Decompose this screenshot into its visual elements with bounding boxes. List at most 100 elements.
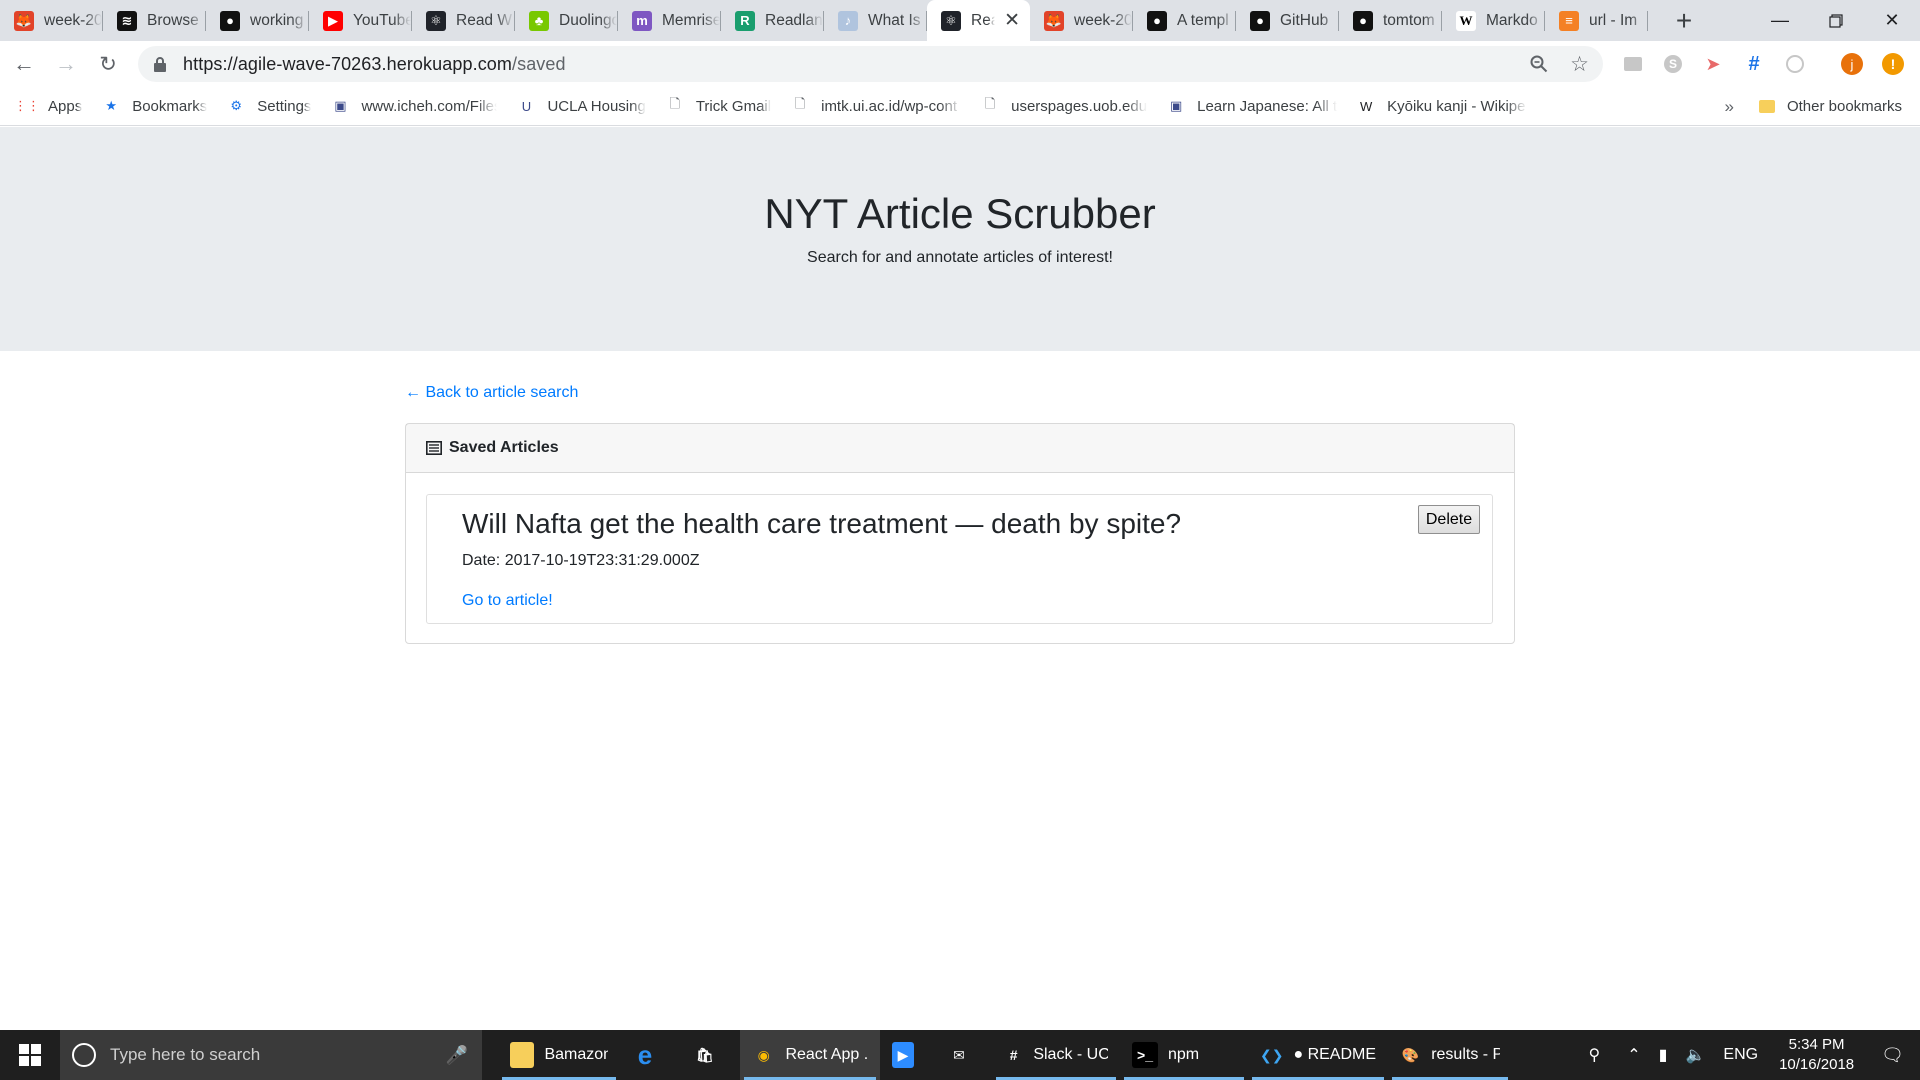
react-icon: ⚛ xyxy=(426,10,446,31)
bookmark-item[interactable]: 🗋 imtk.ui.ac.id/wp-cont xyxy=(791,96,961,115)
other-bookmarks[interactable]: Other bookmarks xyxy=(1758,87,1902,126)
page-subtitle: Search for and annotate articles of inte… xyxy=(807,249,1113,266)
volume-icon[interactable]: 🔈 xyxy=(1685,1045,1705,1065)
browser-tab[interactable]: ● GitHub xyxy=(1236,0,1339,41)
bookmark-label: Trick Gmail xyxy=(695,97,772,115)
taskbar-search-placeholder: Type here to search xyxy=(110,1045,261,1064)
taskbar-app[interactable]: 🎨 results - Pai xyxy=(1388,1030,1512,1080)
browser-tab[interactable]: ≋ Browse xyxy=(103,0,206,41)
browser-tab[interactable]: ● tomtom xyxy=(1339,0,1442,41)
go-to-article-link[interactable]: Go to article! xyxy=(462,592,553,610)
bookmark-label: Kyōiku kanji - Wikipe xyxy=(1387,97,1526,115)
taskbar-app-label: npm xyxy=(1168,1046,1200,1063)
tab-list: 🦊 week-20 ≋ Browse ● working ▶ YouTube ⚛ Read W ♣ D… xyxy=(0,0,1648,41)
slack-icon: # xyxy=(1009,1047,1018,1063)
browser-tab[interactable]: W Markdo xyxy=(1442,0,1545,41)
tab-title: A templ xyxy=(1177,11,1229,29)
back-arrow-icon[interactable]: ← xyxy=(6,46,42,82)
bookmark-item[interactable]: ⚙ Settings xyxy=(227,97,311,115)
update-alert-icon[interactable]: ! xyxy=(1880,47,1906,81)
tab-title: tomtom xyxy=(1383,11,1435,29)
back-to-search-link[interactable]: ← Back to article search xyxy=(405,384,578,402)
notifications-icon[interactable]: 🗨 xyxy=(1881,1045,1904,1066)
input-language[interactable]: ENG xyxy=(1723,1046,1758,1064)
taskbar-search-box[interactable]: Type here to search 🎤 xyxy=(60,1030,482,1080)
close-window-icon[interactable]: ✕ xyxy=(1864,0,1920,41)
chevron-up-icon[interactable]: ⌃ xyxy=(1627,1045,1640,1065)
page-title: NYT Article Scrubber xyxy=(764,190,1156,237)
extension-cast-icon[interactable]: ➤ xyxy=(1700,47,1726,81)
tab-title: GitHub xyxy=(1280,11,1329,29)
zoom-icon[interactable] xyxy=(1530,55,1548,73)
minimize-icon[interactable]: — xyxy=(1752,0,1808,41)
taskbar-app[interactable]: 🛍 xyxy=(680,1030,740,1080)
maximize-icon[interactable] xyxy=(1808,0,1864,41)
extension-skype-icon[interactable]: S xyxy=(1660,47,1686,81)
browser-tab[interactable]: 🦊 week-20 xyxy=(1030,0,1133,41)
browser-tab[interactable]: R Readlang xyxy=(721,0,824,41)
memrise-icon: m xyxy=(632,10,652,31)
url-text[interactable]: https://agile-wave-70263.herokuapp.com/s… xyxy=(183,54,566,75)
microphone-icon[interactable]: 🎤 xyxy=(446,1045,468,1066)
bookmark-item[interactable]: W Kyōiku kanji - Wikipe xyxy=(1357,97,1527,115)
taskbar-app[interactable]: >_ npm xyxy=(1120,1030,1248,1080)
profile-avatar[interactable]: j xyxy=(1839,47,1865,81)
tab-title: Read W xyxy=(456,11,512,29)
browser-tab[interactable]: ♪ What Is xyxy=(824,0,927,41)
browser-tab[interactable]: ⚛ Read W xyxy=(412,0,515,41)
taskbar-app[interactable]: e xyxy=(620,1030,680,1080)
bookmark-item[interactable]: ▣ www.icheh.com/Files xyxy=(331,97,497,115)
battery-icon[interactable]: ▮ xyxy=(1659,1045,1668,1065)
bookmark-item[interactable]: ▣ Learn Japanese: All th xyxy=(1167,97,1337,115)
forward-arrow-icon[interactable]: → xyxy=(48,46,84,82)
bookmark-item[interactable]: ★ Bookmarks xyxy=(102,97,207,115)
address-bar[interactable]: https://agile-wave-70263.herokuapp.com/s… xyxy=(138,46,1603,82)
bookmark-item[interactable]: ⋮⋮ Apps xyxy=(14,97,82,115)
browser-tab[interactable]: 🦊 week-20 xyxy=(0,0,103,41)
lock-icon xyxy=(154,57,166,72)
bookmark-star-icon[interactable]: ☆ xyxy=(1570,52,1589,77)
page-header: NYT Article Scrubber Search for and anno… xyxy=(0,127,1920,351)
site-icon: ▣ xyxy=(1169,98,1183,113)
bookmark-item[interactable]: 🗋 Trick Gmail xyxy=(666,96,772,115)
gear-icon: ⚙ xyxy=(230,98,243,113)
mail-icon: ✉ xyxy=(953,1046,965,1063)
browser-tab[interactable]: ● working xyxy=(206,0,309,41)
taskbar-app-label: React App ... xyxy=(785,1046,868,1063)
taskbar-app[interactable]: ✉ xyxy=(936,1030,992,1080)
taskbar-app[interactable]: ◉ React App ... xyxy=(740,1030,880,1080)
url-host: https://agile-wave-70263.herokuapp.com xyxy=(183,53,512,74)
delete-article-button[interactable]: Delete xyxy=(1418,505,1480,534)
chrome-icon: ◉ xyxy=(757,1046,770,1063)
taskbar-app[interactable]: ▬ Bamazon xyxy=(498,1030,620,1080)
tab-title: What Is xyxy=(868,11,921,29)
page-icon: 🗋 xyxy=(669,96,681,111)
extension-reader-icon[interactable] xyxy=(1620,47,1646,81)
reload-icon[interactable]: ↻ xyxy=(90,46,126,82)
bookmark-item[interactable]: 🗋 userspages.uob.edu.t xyxy=(981,96,1147,115)
taskbar-app[interactable]: ▶ xyxy=(880,1030,936,1080)
browser-tab[interactable]: m Memrise xyxy=(618,0,721,41)
tab-title: YouTube xyxy=(353,11,411,29)
taskbar-app[interactable]: ❮❯ ● README.... xyxy=(1248,1030,1388,1080)
extension-grid-icon[interactable]: # xyxy=(1741,47,1767,81)
tab-title: week-20 xyxy=(44,11,102,29)
people-icon[interactable]: ⚲ xyxy=(1589,1045,1601,1065)
clock[interactable]: 5:34 PM 10/16/2018 xyxy=(1779,1035,1854,1075)
bookmark-label: Learn Japanese: All th xyxy=(1197,97,1338,115)
tab-title: Readlang xyxy=(765,11,823,29)
start-button[interactable] xyxy=(0,1030,60,1080)
browser-tab[interactable]: ♣ Duolingo xyxy=(515,0,618,41)
browser-tab[interactable]: ⚛ Rea ✕ xyxy=(927,0,1030,41)
extension-circle-icon[interactable] xyxy=(1782,47,1808,81)
browser-tab[interactable]: ▶ YouTube xyxy=(309,0,412,41)
new-tab-button[interactable]: + xyxy=(1666,0,1702,41)
profile-initial: j xyxy=(1841,53,1863,75)
bookmark-item[interactable]: U UCLA Housing xyxy=(517,97,646,115)
browser-tab[interactable]: ● A templ xyxy=(1133,0,1236,41)
browser-tab[interactable]: ≡ url - Im xyxy=(1545,0,1648,41)
close-tab-icon[interactable]: ✕ xyxy=(1004,9,1020,32)
url-path: /saved xyxy=(512,53,566,74)
taskbar-app[interactable]: # Slack - UCB... xyxy=(992,1030,1120,1080)
bookmarks-overflow-button[interactable]: » xyxy=(1725,87,1734,126)
